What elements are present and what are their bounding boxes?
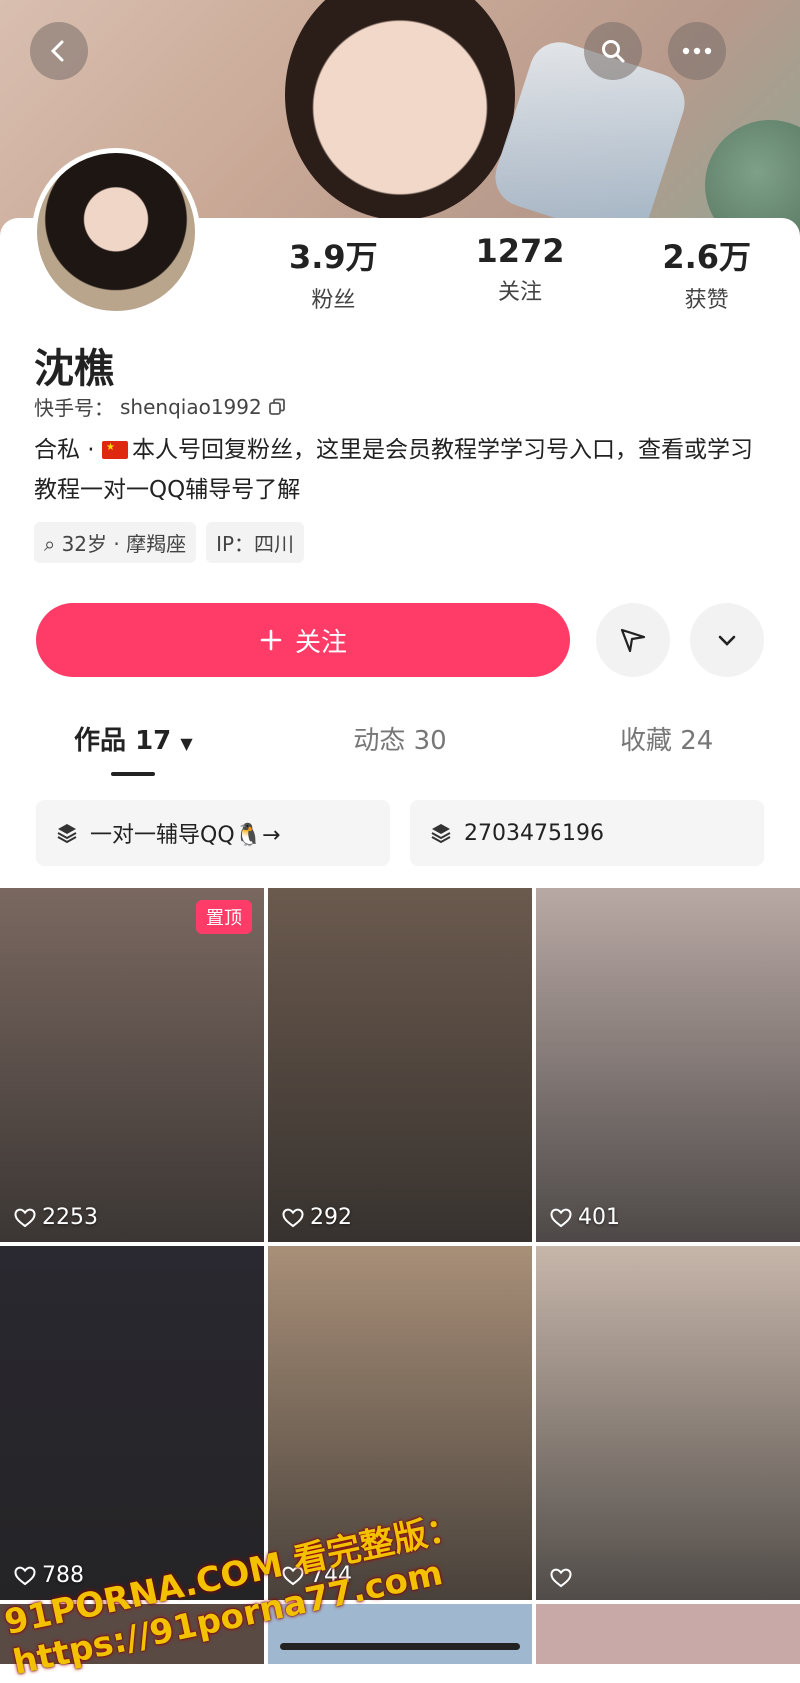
pinned-badge: 置顶 (196, 900, 252, 934)
kuaishou-id[interactable]: 快手号： shenqiao1992 (34, 392, 286, 421)
search-button[interactable] (584, 22, 642, 80)
stat-following[interactable]: 1272 关注 (427, 232, 614, 314)
copy-icon[interactable] (268, 398, 286, 416)
stat-label: 获赞 (684, 288, 729, 313)
stat-value: 3.9万 (288, 238, 378, 276)
layers-icon (431, 824, 451, 844)
like-count: 2253 (14, 1205, 98, 1230)
profile-tags: ⌕ 32岁 · 摩羯座 IP：四川 (34, 522, 305, 563)
video-thumbnail[interactable]: 置顶 2253 (0, 888, 264, 1242)
more-dots-icon (682, 47, 712, 55)
profile-stats: 3.9万 粉丝 1272 关注 2.6万 获赞 (240, 232, 800, 314)
share-button[interactable] (596, 603, 670, 677)
more-button[interactable] (668, 22, 726, 80)
heart-icon (282, 1208, 304, 1227)
video-thumbnail[interactable] (536, 1604, 800, 1664)
profile-name: 沈樵 (34, 346, 114, 392)
tag-age-zodiac: ⌕ 32岁 · 摩羯座 (34, 522, 197, 563)
qq-number-link[interactable]: 2703475196 (410, 800, 764, 866)
china-flag-icon: ★ (101, 441, 128, 459)
content-tabs: 作品 17 ▼ 动态 30 收藏 24 (0, 720, 800, 780)
kuaishou-id-value: shenqiao1992 (120, 394, 262, 419)
heart-icon (14, 1566, 36, 1585)
link-boxes: 一对一辅导QQ🐧→ 2703475196 (36, 800, 764, 866)
stat-value: 2.6万 (662, 238, 752, 276)
stat-label: 粉丝 (311, 288, 356, 313)
like-count: 292 (282, 1205, 352, 1230)
stat-value: 1272 (475, 232, 565, 270)
video-thumbnail[interactable]: 292 (268, 888, 532, 1242)
plus-icon (260, 629, 282, 651)
profile-bio: 合私 · ★ 本人号回复粉丝，这里是会员教程学学习号入口，查看或学习教程一对一QQ… (34, 430, 774, 510)
tab-label: 作品 17 (74, 726, 172, 756)
tab-works[interactable]: 作品 17 ▼ (0, 720, 267, 780)
heart-icon (14, 1208, 36, 1227)
like-count-value: 292 (310, 1205, 352, 1230)
tag-text: 32岁 · 摩羯座 (61, 532, 187, 556)
bio-prefix: 合私 · (34, 437, 102, 463)
send-icon (620, 628, 646, 653)
kuaishou-id-label: 快手号： (34, 396, 114, 420)
layers-icon (57, 824, 77, 844)
bio-text: 本人号回复粉丝，这里是会员教程学学习号入口，查看或学习教程一对一QQ辅导号了解 (34, 437, 753, 503)
search-icon (602, 40, 625, 63)
cover-face (285, 0, 515, 220)
heart-icon (550, 1208, 572, 1227)
caret-down-icon: ▼ (180, 734, 193, 753)
stat-likes[interactable]: 2.6万 获赞 (613, 232, 800, 314)
like-count-value: 2253 (42, 1205, 98, 1230)
back-button[interactable] (30, 22, 88, 80)
video-thumbnail[interactable]: 788 (0, 1246, 264, 1600)
link-label: 一对一辅导QQ🐧→ (90, 823, 281, 848)
link-label: 2703475196 (464, 820, 604, 846)
tag-ip: IP：四川 (206, 522, 305, 563)
follow-button[interactable]: 关注 (36, 603, 570, 677)
heart-icon (550, 1568, 572, 1588)
tab-moments[interactable]: 动态 30 (267, 720, 534, 780)
avatar[interactable] (32, 148, 200, 316)
like-count-value: 401 (578, 1205, 620, 1230)
qq-tutor-link[interactable]: 一对一辅导QQ🐧→ (36, 800, 390, 866)
chevron-down-icon (718, 635, 736, 646)
like-count (550, 1568, 578, 1588)
video-thumbnail[interactable]: 401 (536, 888, 800, 1242)
chevron-left-icon (50, 40, 64, 62)
like-count: 401 (550, 1205, 620, 1230)
follow-label: 关注 (294, 627, 347, 658)
search-mini-icon: ⌕ (44, 532, 56, 556)
home-indicator[interactable] (280, 1643, 520, 1650)
stat-label: 关注 (498, 280, 543, 305)
more-options-button[interactable] (690, 603, 764, 677)
tab-favorites[interactable]: 收藏 24 (533, 720, 800, 780)
stat-fans[interactable]: 3.9万 粉丝 (240, 232, 427, 314)
